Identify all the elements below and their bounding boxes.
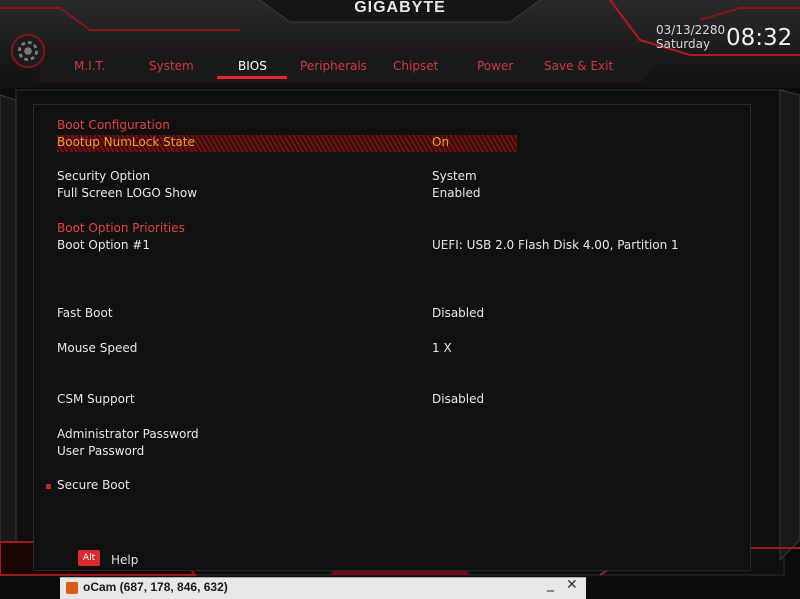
setting-security-option-label[interactable]: Security Option	[57, 169, 150, 183]
setting-csm-support-label[interactable]: CSM Support	[57, 392, 135, 406]
minimize-icon[interactable]: _	[547, 576, 554, 592]
setting-logo-show-label[interactable]: Full Screen LOGO Show	[57, 186, 197, 200]
setting-admin-password[interactable]: Administrator Password	[57, 427, 199, 441]
help-label[interactable]: Help	[111, 553, 138, 567]
setting-mouse-speed-value[interactable]: 1 X	[432, 341, 452, 355]
date-text: 03/13/2280	[656, 23, 726, 37]
submenu-bullet-icon	[46, 484, 51, 489]
setting-csm-support-value[interactable]: Disabled	[432, 392, 484, 406]
tab-save-exit[interactable]: Save & Exit	[544, 59, 613, 73]
tab-mit[interactable]: M.I.T.	[74, 59, 105, 73]
setting-security-option-value[interactable]: System	[432, 169, 477, 183]
weekday-text: Saturday	[656, 37, 711, 51]
section-boot-configuration: Boot Configuration	[57, 118, 170, 132]
setting-logo-show-value[interactable]: Enabled	[432, 186, 481, 200]
setting-numlock-value[interactable]: On	[432, 135, 449, 149]
date-display: 03/13/2280 Saturday	[656, 23, 725, 51]
help-key-badge[interactable]: Alt	[78, 550, 100, 566]
section-boot-option-priorities: Boot Option Priorities	[57, 221, 185, 235]
setting-boot-option-1-value[interactable]: UEFI: USB 2.0 Flash Disk 4.00, Partition…	[432, 238, 679, 252]
close-icon[interactable]: ✕	[566, 577, 578, 593]
setting-user-password[interactable]: User Password	[57, 444, 144, 458]
active-tab-indicator	[217, 76, 287, 79]
setting-numlock-label[interactable]: Bootup NumLock State	[57, 135, 195, 149]
ocam-app-icon	[66, 582, 78, 594]
tab-chipset[interactable]: Chipset	[393, 59, 438, 73]
brand-logo: GIGABYTE	[354, 0, 446, 16]
tab-power[interactable]: Power	[477, 59, 513, 73]
tab-peripherals[interactable]: Peripherals	[300, 59, 367, 73]
tab-system[interactable]: System	[149, 59, 194, 73]
setting-secure-boot[interactable]: Secure Boot	[57, 478, 130, 492]
tab-bios[interactable]: BIOS	[238, 59, 267, 73]
time-display: 08:32	[726, 25, 793, 51]
gear-icon[interactable]	[9, 32, 47, 70]
setting-mouse-speed-label[interactable]: Mouse Speed	[57, 341, 137, 355]
setting-fast-boot-value[interactable]: Disabled	[432, 306, 484, 320]
setting-boot-option-1-label[interactable]: Boot Option #1	[57, 238, 150, 252]
setting-fast-boot-label[interactable]: Fast Boot	[57, 306, 113, 320]
ocam-title: oCam (687, 178, 846, 632)	[83, 580, 228, 594]
